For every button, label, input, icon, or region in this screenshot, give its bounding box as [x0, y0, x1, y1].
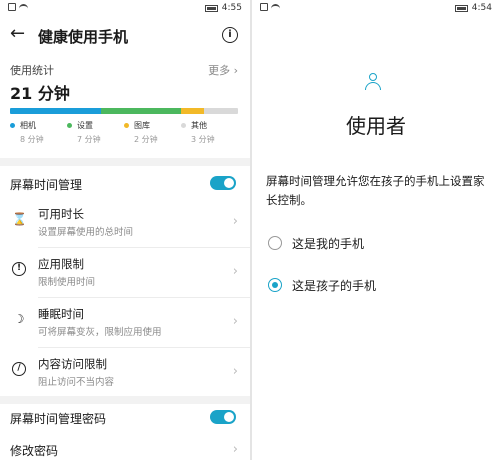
usage-bar-segment [10, 108, 102, 114]
menu-item-content-restrictions[interactable]: / 内容访问限制 阻止访问不当内容 › [0, 348, 250, 398]
menu-item-sleep-time[interactable]: ☽ 睡眠时间 可将屏幕变灰，限制应用使用 › [0, 298, 250, 348]
battery-icon [204, 4, 218, 12]
usage-legend: 相机 8 分钟 设置 7 分钟 图库 2 分钟 其他 3 分钟 [10, 120, 238, 145]
legend-app-time: 7 分钟 [77, 135, 101, 144]
screen-time-password-toggle[interactable] [210, 410, 236, 424]
more-link[interactable]: 更多 › [208, 62, 238, 78]
legend-app-time: 3 分钟 [191, 135, 215, 144]
legend-app-name: 相机 [20, 121, 36, 130]
change-password-label: 修改密码 [10, 444, 59, 458]
legend-app-name: 设置 [77, 121, 93, 130]
screen-time-toggle[interactable] [210, 176, 236, 190]
sim-icon [8, 3, 16, 11]
legend-dot [10, 123, 15, 128]
screen-time-password-label: 屏幕时间管理密码 [10, 412, 107, 426]
page-title: 使用者 [346, 114, 406, 138]
legend-dot [124, 123, 129, 128]
menu-item-subtitle: 阻止访问不当内容 [38, 377, 115, 388]
chevron-right-icon: › [232, 364, 238, 379]
user-icon-head [369, 73, 377, 81]
menu-item-change-password[interactable]: 修改密码 › [0, 432, 250, 460]
sim-icon [260, 3, 268, 11]
status-time: 4:54 [471, 3, 492, 13]
usage-stats-header: 使用统计 更多 › [0, 58, 250, 80]
status-bar: 4:55 [0, 0, 250, 18]
usage-bar-segment [203, 108, 238, 114]
legend-item: 设置 7 分钟 [67, 120, 124, 145]
legend-dot [181, 123, 186, 128]
description-text: 屏幕时间管理允许您在孩子的手机上设置家长控制。 [266, 174, 485, 207]
user-icon-body [365, 82, 381, 90]
legend-dot [67, 123, 72, 128]
info-icon[interactable]: i [222, 27, 238, 43]
user-icon [364, 72, 382, 90]
menu-item-title: 睡眠时间 [38, 307, 84, 321]
chevron-right-icon: › [232, 214, 238, 229]
legend-app-name: 图库 [134, 121, 150, 130]
status-icons-right: 4:55 [204, 3, 242, 13]
menu-item-subtitle: 可将屏幕变灰，限制应用使用 [38, 327, 162, 338]
screen-time-toggle-label: 屏幕时间管理 [10, 178, 83, 192]
battery-icon [454, 4, 468, 12]
legend-app-time: 8 分钟 [20, 135, 44, 144]
option-label: 这是我的手机 [292, 237, 365, 251]
block-icon: / [12, 362, 26, 376]
screen-time-toggle-row: 屏幕时间管理 [0, 168, 250, 198]
option-child-phone[interactable]: 这是孩子的手机 [266, 274, 492, 298]
total-usage-time: 21 分钟 [10, 84, 70, 103]
user-selection-screen: 4:54 使用者 屏幕时间管理允许您在孩子的手机上设置家长控制。 这是我的手机 … [252, 0, 500, 460]
usage-stats-label: 使用统计 [10, 64, 54, 77]
menu-item-app-limits[interactable]: ! 应用限制 限制使用时间 › [0, 248, 250, 298]
option-label: 这是孩子的手机 [292, 279, 377, 293]
screen-time-settings-screen: 4:55 ← 健康使用手机 i 使用统计 更多 › 21 分钟 相机 8 分钟 设置… [0, 0, 250, 460]
menu-item-title: 内容访问限制 [38, 357, 107, 371]
menu-item-title: 应用限制 [38, 257, 84, 271]
radio-button-unchecked[interactable] [268, 236, 282, 250]
wifi-icon [271, 3, 280, 11]
wifi-icon [19, 3, 28, 11]
menu-item-available-time[interactable]: ⌛ 可用时长 设置屏幕使用的总时间 › [0, 198, 250, 248]
app-header: ← 健康使用手机 i [0, 18, 250, 54]
screen-time-password-row: 屏幕时间管理密码 [0, 402, 250, 432]
status-icons-right: 4:54 [454, 3, 492, 13]
more-link-label: 更多 [208, 64, 231, 77]
status-icons-left [8, 3, 28, 11]
menu-item-title: 可用时长 [38, 207, 84, 221]
menu-item-subtitle: 限制使用时间 [38, 277, 96, 288]
status-time: 4:55 [221, 3, 242, 13]
usage-bar [10, 108, 238, 114]
alert-circle-icon: ! [12, 262, 26, 276]
back-arrow-icon[interactable]: ← [10, 24, 25, 44]
moon-icon: ☽ [13, 312, 25, 326]
usage-bar-segment [101, 108, 181, 114]
status-bar: 4:54 [252, 0, 500, 18]
chevron-right-icon: › [232, 442, 238, 457]
section-divider [0, 158, 250, 166]
option-my-phone[interactable]: 这是我的手机 [266, 232, 492, 256]
usage-bar-segment [180, 108, 204, 114]
chevron-right-icon: › [232, 314, 238, 329]
page-title: 健康使用手机 [38, 28, 129, 46]
menu-item-subtitle: 设置屏幕使用的总时间 [38, 227, 134, 238]
legend-item: 图库 2 分钟 [124, 120, 181, 145]
legend-app-name: 其他 [191, 121, 207, 130]
hourglass-icon: ⌛ [12, 212, 27, 226]
chevron-right-icon: › [232, 264, 238, 279]
legend-app-time: 2 分钟 [134, 135, 158, 144]
legend-item: 其他 3 分钟 [181, 120, 238, 145]
radio-button-checked[interactable] [268, 278, 282, 292]
legend-item: 相机 8 分钟 [10, 120, 67, 145]
status-icons-left [260, 3, 280, 11]
